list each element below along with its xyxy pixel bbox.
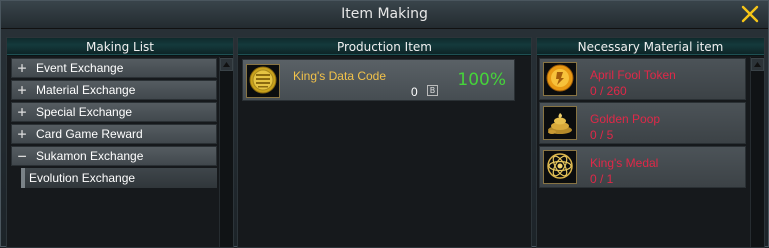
list-item-label: Sukamon Exchange — [36, 149, 144, 163]
material-panel: Necessary Material item April Fool Token… — [536, 37, 765, 248]
production-item-count: 0 — [411, 85, 418, 99]
material-quantity: 0 / 1 — [590, 172, 614, 186]
expand-icon[interactable]: + — [14, 126, 30, 142]
collapse-icon[interactable]: − — [14, 148, 30, 164]
production-item-panel: Production Item King's Data Code 100% 0 — [237, 37, 532, 248]
item-slot[interactable] — [543, 106, 577, 140]
golden-poop-icon — [546, 108, 574, 139]
material-quantity: 0 / 5 — [590, 128, 614, 142]
kings-medal-icon — [546, 152, 574, 183]
data-code-coin-icon — [249, 66, 277, 97]
material-quantity: 0 / 260 — [590, 84, 627, 98]
production-item-header: Production Item — [238, 38, 531, 56]
list-item-event-exchange[interactable]: + Event Exchange — [11, 58, 217, 78]
scroll-up-arrow-icon[interactable] — [220, 58, 233, 71]
expand-icon[interactable]: + — [14, 60, 30, 76]
production-item-name: King's Data Code — [293, 69, 387, 83]
making-list-items: + Event Exchange + Material Exchange + S… — [7, 58, 233, 188]
list-item-label: Special Exchange — [36, 105, 133, 119]
making-list-scrollbar[interactable] — [219, 57, 233, 247]
list-item-special-exchange[interactable]: + Special Exchange — [11, 102, 217, 122]
bind-badge-icon: B — [427, 85, 438, 96]
material-row[interactable]: April Fool Token 0 / 260 — [539, 58, 746, 100]
material-scrollbar[interactable] — [750, 57, 764, 247]
scroll-up-arrow-icon[interactable] — [751, 58, 764, 71]
list-item-material-exchange[interactable]: + Material Exchange — [11, 80, 217, 100]
item-slot[interactable] — [543, 62, 577, 96]
item-slot[interactable] — [246, 64, 280, 98]
material-name: King's Medal — [590, 156, 659, 170]
making-list-header: Making List — [7, 38, 233, 56]
success-rate: 100% — [457, 70, 506, 90]
material-name: Golden Poop — [590, 112, 661, 126]
list-item-card-game-reward[interactable]: + Card Game Reward — [11, 124, 217, 144]
item-slot[interactable] — [543, 150, 577, 184]
window-title: Item Making — [341, 6, 428, 22]
material-row[interactable]: Golden Poop 0 / 5 — [539, 102, 746, 144]
item-making-window: Item Making Making List + Event Exchange… — [0, 0, 769, 248]
making-list-panel: Making List + Event Exchange + Material … — [6, 37, 234, 248]
list-item-sukamon-exchange[interactable]: − Sukamon Exchange — [11, 146, 217, 166]
list-item-label: Material Exchange — [36, 83, 136, 97]
sub-item-evolution-exchange[interactable]: Evolution Exchange — [21, 168, 217, 188]
material-row[interactable]: King's Medal 0 / 1 — [539, 146, 746, 188]
list-item-label: Event Exchange — [36, 61, 124, 75]
expand-icon[interactable]: + — [14, 104, 30, 120]
close-icon[interactable] — [740, 4, 760, 24]
production-item-row[interactable]: King's Data Code 100% 0 B — [242, 59, 515, 101]
material-header: Necessary Material item — [537, 38, 764, 56]
list-item-label: Card Game Reward — [36, 127, 143, 141]
april-fool-token-icon — [546, 64, 574, 95]
material-list: April Fool Token 0 / 260 Golden Poop 0 /… — [537, 58, 764, 188]
title-bar[interactable]: Item Making — [1, 1, 768, 29]
material-name: April Fool Token — [590, 68, 676, 82]
expand-icon[interactable]: + — [14, 82, 30, 98]
